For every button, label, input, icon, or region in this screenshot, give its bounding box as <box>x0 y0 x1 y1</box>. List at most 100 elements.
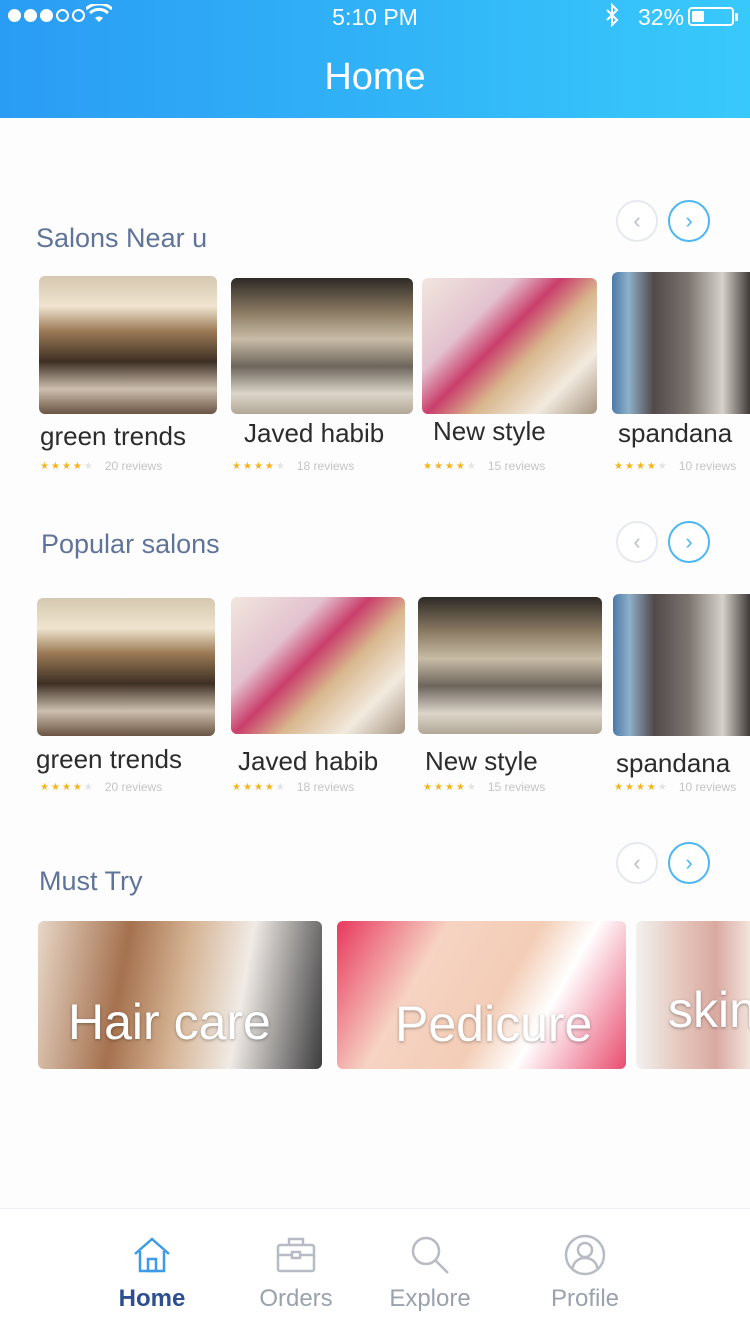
star-icon: ★ <box>433 460 443 472</box>
star-icon: ★ <box>232 460 241 472</box>
salon-card-image[interactable] <box>613 594 750 736</box>
chevron-left-icon: ‹ <box>633 208 641 233</box>
star-icon: ★ <box>242 781 252 793</box>
rating-row: ★ ★ ★ ★ ★ 18 reviews <box>232 780 354 794</box>
salon-name[interactable]: Javed habib <box>238 746 378 777</box>
salon-name[interactable]: spandana <box>616 748 730 779</box>
star-icon: ★ <box>614 781 623 793</box>
briefcase-icon <box>276 1237 316 1273</box>
star-icon: ★ <box>50 460 60 472</box>
chevron-right-icon: › <box>685 529 693 554</box>
section-title-must-try: Must Try <box>39 866 143 896</box>
salon-name[interactable]: green trends <box>40 421 186 452</box>
salon-card-image[interactable] <box>612 272 750 414</box>
review-count: 10 reviews <box>678 459 737 473</box>
star-icon: ★ <box>242 460 252 472</box>
salon-card-image[interactable] <box>422 278 597 414</box>
salon-card-image[interactable] <box>231 597 405 734</box>
rating-row: ★ ★ ★ ★ ★ 15 reviews <box>423 459 545 473</box>
next-button[interactable]: › <box>668 521 710 563</box>
rating-row: ★ ★ ★ ★ ★ 10 reviews <box>614 780 736 794</box>
star-icon: ★ <box>275 460 285 472</box>
tab-profile[interactable]: Profile <box>510 1209 660 1334</box>
home-icon <box>134 1237 170 1273</box>
star-icon: ★ <box>635 781 645 793</box>
home-screen: 5:10 PM 32% Home Salons Near u ‹ › green… <box>0 0 750 1334</box>
star-icon: ★ <box>72 460 82 472</box>
salon-card-image[interactable] <box>418 597 602 734</box>
page-title: Home <box>324 56 426 98</box>
star-icon: ★ <box>61 781 71 793</box>
tab-label: Orders <box>259 1285 333 1312</box>
search-icon <box>411 1236 449 1274</box>
star-icon: ★ <box>275 781 285 793</box>
star-icon: ★ <box>624 781 634 793</box>
chevron-left-icon: ‹ <box>633 529 641 554</box>
tab-orders[interactable]: Orders <box>221 1209 371 1334</box>
rating-row: ★ ★ ★ ★ ★ 18 reviews <box>232 459 354 473</box>
star-icon: ★ <box>83 460 93 472</box>
salon-name[interactable]: spandana <box>618 418 732 449</box>
review-count: 10 reviews <box>678 780 737 794</box>
star-icon: ★ <box>455 781 465 793</box>
star-icon: ★ <box>657 460 667 472</box>
star-icon: ★ <box>264 781 274 793</box>
salon-card-image[interactable] <box>39 276 217 414</box>
rating-row: ★ ★ ★ ★ ★ 20 reviews <box>40 459 162 473</box>
next-button[interactable]: › <box>668 200 710 242</box>
star-icon: ★ <box>253 781 263 793</box>
review-count: 18 reviews <box>296 459 355 473</box>
rating-row: ★ ★ ★ ★ ★ 10 reviews <box>614 459 736 473</box>
star-icon: ★ <box>646 460 656 472</box>
carousel-nav-must-try: ‹ › <box>616 842 710 884</box>
battery-percentage: 32% <box>638 4 685 30</box>
star-icon: ★ <box>253 460 263 472</box>
prev-button[interactable]: ‹ <box>616 200 658 242</box>
rating-row: ★ ★ ★ ★ ★ 15 reviews <box>423 780 545 794</box>
star-icon: ★ <box>264 460 274 472</box>
review-count: 15 reviews <box>487 780 546 794</box>
salon-name[interactable]: green trends <box>36 744 182 775</box>
star-icon: ★ <box>466 781 476 793</box>
prev-button[interactable]: ‹ <box>616 842 658 884</box>
app-header: 5:10 PM 32% Home <box>0 0 750 118</box>
chevron-left-icon: ‹ <box>633 850 641 875</box>
tab-label: Profile <box>550 1285 620 1312</box>
review-count: 15 reviews <box>487 459 546 473</box>
star-icon: ★ <box>624 460 634 472</box>
carousel-nav-near: ‹ › <box>616 200 710 242</box>
star-icon: ★ <box>657 781 667 793</box>
tab-home[interactable]: Home <box>77 1209 227 1334</box>
salon-name[interactable]: New style <box>425 746 538 777</box>
battery-icon <box>688 7 738 26</box>
rating-row: ★ ★ ★ ★ ★ 20 reviews <box>40 780 162 794</box>
review-count: 20 reviews <box>104 459 163 473</box>
salon-name[interactable]: New style <box>433 416 546 447</box>
carousel-nav-popular: ‹ › <box>616 521 710 563</box>
must-try-label: Pedicure <box>395 996 593 1052</box>
star-icon: ★ <box>40 460 49 472</box>
prev-button[interactable]: ‹ <box>616 521 658 563</box>
next-button[interactable]: › <box>668 842 710 884</box>
star-icon: ★ <box>232 781 241 793</box>
salon-card-image[interactable] <box>231 278 413 414</box>
must-try-label: skin <box>668 982 750 1038</box>
tab-label: Home <box>118 1285 186 1312</box>
star-icon: ★ <box>444 460 454 472</box>
star-icon: ★ <box>614 460 623 472</box>
tab-explore[interactable]: Explore <box>355 1209 505 1334</box>
salon-name[interactable]: Javed habib <box>244 418 384 449</box>
star-icon: ★ <box>433 781 443 793</box>
chevron-right-icon: › <box>685 850 693 875</box>
must-try-card-skin[interactable]: skin <box>636 921 750 1069</box>
star-icon: ★ <box>455 460 465 472</box>
must-try-card-pedicure[interactable]: Pedicure <box>337 921 626 1069</box>
must-try-card-hair-care[interactable]: Hair care <box>38 921 322 1069</box>
star-icon: ★ <box>423 460 432 472</box>
chevron-right-icon: › <box>685 208 693 233</box>
star-icon: ★ <box>646 781 656 793</box>
review-count: 18 reviews <box>296 780 355 794</box>
salon-card-image[interactable] <box>37 598 215 736</box>
user-icon <box>564 1234 606 1276</box>
battery-level-fill <box>692 11 704 22</box>
